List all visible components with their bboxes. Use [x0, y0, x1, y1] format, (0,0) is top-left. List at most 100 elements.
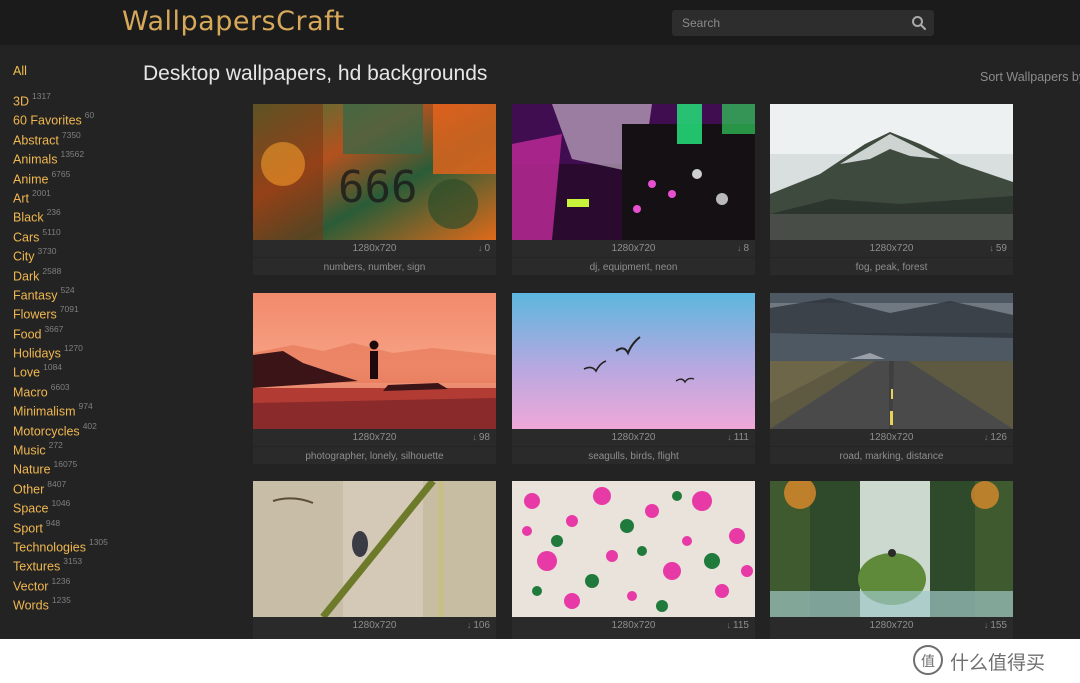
wallpaper-thumbnail[interactable]: [512, 481, 755, 617]
fantasy-forest-image: [770, 481, 1013, 617]
seagulls-sky-image: [512, 293, 755, 429]
download-icon: ↓: [477, 243, 483, 253]
wallpaper-card[interactable]: 1280x720 ↓ 155: [770, 481, 1013, 639]
download-count: ↓ 111: [727, 432, 749, 443]
category-link[interactable]: Dark 2588: [13, 262, 133, 283]
wallpaper-thumbnail[interactable]: 666: [253, 104, 496, 240]
search-icon[interactable]: [910, 14, 928, 32]
category-link[interactable]: Fantasy 524: [13, 281, 133, 302]
category-link[interactable]: Vector 1236: [13, 572, 133, 593]
download-icon: ↓: [983, 432, 989, 442]
wallpaper-resolution: 1280x720: [352, 243, 397, 254]
wallpaper-thumbnail[interactable]: [512, 104, 755, 240]
download-count: ↓ 59: [989, 243, 1007, 254]
category-link[interactable]: City 3730: [13, 242, 133, 263]
divider: [512, 446, 755, 447]
download-count: ↓ 8: [736, 243, 749, 254]
wallpaper-thumbnail[interactable]: [253, 481, 496, 617]
category-link[interactable]: Textures 3153: [13, 552, 133, 573]
wallpaper-thumbnail[interactable]: [770, 104, 1013, 240]
divider: [253, 446, 496, 447]
category-link[interactable]: Abstract 7350: [13, 126, 133, 147]
category-link[interactable]: Other 8407: [13, 475, 133, 496]
header: WallpapersCraft: [0, 0, 1080, 45]
category-count: 16075: [53, 459, 78, 470]
category-link[interactable]: Nature 16075: [13, 455, 133, 476]
category-count: 13562: [60, 149, 85, 160]
category-link[interactable]: Food 3667: [13, 320, 133, 341]
wallpaper-thumbnail[interactable]: [770, 481, 1013, 617]
sort-dropdown[interactable]: Sort Wallpapers by: [980, 70, 1080, 84]
watermark-text: 什么值得买: [950, 652, 1046, 674]
wallpaper-card[interactable]: 1280x720 ↓ 111 seagulls, birds, flight: [512, 293, 755, 464]
category-link[interactable]: Minimalism 974: [13, 397, 133, 418]
wallpaper-card[interactable]: 1280x720 ↓ 8 dj, equipment, neon: [512, 104, 755, 275]
category-count: 60: [84, 110, 95, 121]
wallpaper-tags: fog, peak, forest: [855, 262, 928, 273]
category-link[interactable]: Holidays 1270: [13, 339, 133, 360]
rusty-wall-image: 666: [253, 104, 496, 240]
download-icon: ↓: [472, 432, 477, 442]
search-input[interactable]: [672, 10, 902, 36]
category-count: 3730: [37, 246, 57, 257]
download-icon: ↓: [727, 432, 732, 442]
category-link[interactable]: 3D 1317: [13, 87, 133, 108]
category-link[interactable]: 60 Favorites 60: [13, 106, 133, 127]
category-link[interactable]: Black 236: [13, 203, 133, 224]
category-link[interactable]: Macro 6603: [13, 378, 133, 399]
foggy-peak-image: [770, 104, 1013, 240]
wallpaper-resolution: 1280x720: [611, 243, 656, 254]
divider: [512, 257, 755, 258]
wallpaper-resolution: 1280x720: [869, 432, 914, 443]
wallpaper-thumbnail[interactable]: [770, 293, 1013, 429]
category-link[interactable]: Art 2001: [13, 184, 133, 205]
download-icon: ↓: [983, 620, 989, 630]
category-count: 3667: [44, 323, 64, 334]
wallpaper-thumbnail[interactable]: [253, 293, 496, 429]
category-link[interactable]: Love 1084: [13, 358, 133, 379]
wallpaper-card[interactable]: 1280x720 ↓ 106: [253, 481, 496, 639]
wallpaper-tags: photographer, lonely, silhouette: [305, 451, 444, 462]
wallpaper-thumbnail[interactable]: [512, 293, 755, 429]
category-link[interactable]: Technologies 1305: [13, 533, 133, 554]
wallpaper-resolution: 1280x720: [611, 620, 656, 631]
category-link[interactable]: Cars 5110: [13, 223, 133, 244]
download-icon: ↓: [736, 243, 742, 253]
download-icon: ↓: [989, 243, 994, 253]
wallpaper-resolution: 1280x720: [352, 620, 397, 631]
category-link[interactable]: Motorcycles 402: [13, 417, 133, 438]
category-link[interactable]: Animals 13562: [13, 145, 133, 166]
category-count: 3153: [63, 556, 83, 567]
category-count: 272: [48, 440, 63, 451]
wallpaper-card[interactable]: 1280x720 ↓ 115: [512, 481, 755, 639]
category-link[interactable]: Anime 6765: [13, 165, 133, 186]
category-all-link[interactable]: All: [13, 62, 133, 81]
category-count: 974: [78, 401, 93, 412]
category-count: 6765: [51, 168, 71, 179]
divider: [770, 257, 1013, 258]
wallpaper-card[interactable]: 1280x720 ↓ 98 photographer, lonely, silho…: [253, 293, 496, 464]
download-icon: ↓: [726, 620, 732, 630]
category-link[interactable]: Space 1046: [13, 494, 133, 515]
category-count: 524: [60, 284, 75, 295]
wallpaper-card[interactable]: 666 1280x720 ↓ 0 numbers, number, sign: [253, 104, 496, 275]
category-count: 2001: [31, 187, 51, 198]
wallpaper-resolution: 1280x720: [352, 432, 397, 443]
site-logo[interactable]: WallpapersCraft: [122, 6, 345, 37]
wallpaper-card[interactable]: 1280x720 ↓ 126 road, marking, distance: [770, 293, 1013, 464]
category-count: 1235: [51, 595, 71, 606]
category-link[interactable]: Sport 948: [13, 514, 133, 535]
silhouette-sunset-image: [253, 293, 496, 429]
app-window: WallpapersCraft All 3D131760 Favorites60…: [0, 0, 1080, 639]
category-count: 1305: [88, 536, 108, 547]
wallpaper-card[interactable]: 1280x720 ↓ 59 fog, peak, forest: [770, 104, 1013, 275]
wallpaper-tags: seagulls, birds, flight: [588, 451, 679, 462]
category-link[interactable]: Flowers 7091: [13, 300, 133, 321]
wallpaper-tags: numbers, number, sign: [323, 262, 426, 273]
willow-branch-image: [253, 481, 496, 617]
wallpaper-tags: road, marking, distance: [839, 451, 944, 462]
wallpaper-resolution: 1280x720: [869, 243, 914, 254]
category-link[interactable]: Music 272: [13, 436, 133, 457]
category-count: 2588: [42, 265, 62, 276]
category-link[interactable]: Words 1235: [13, 591, 133, 612]
